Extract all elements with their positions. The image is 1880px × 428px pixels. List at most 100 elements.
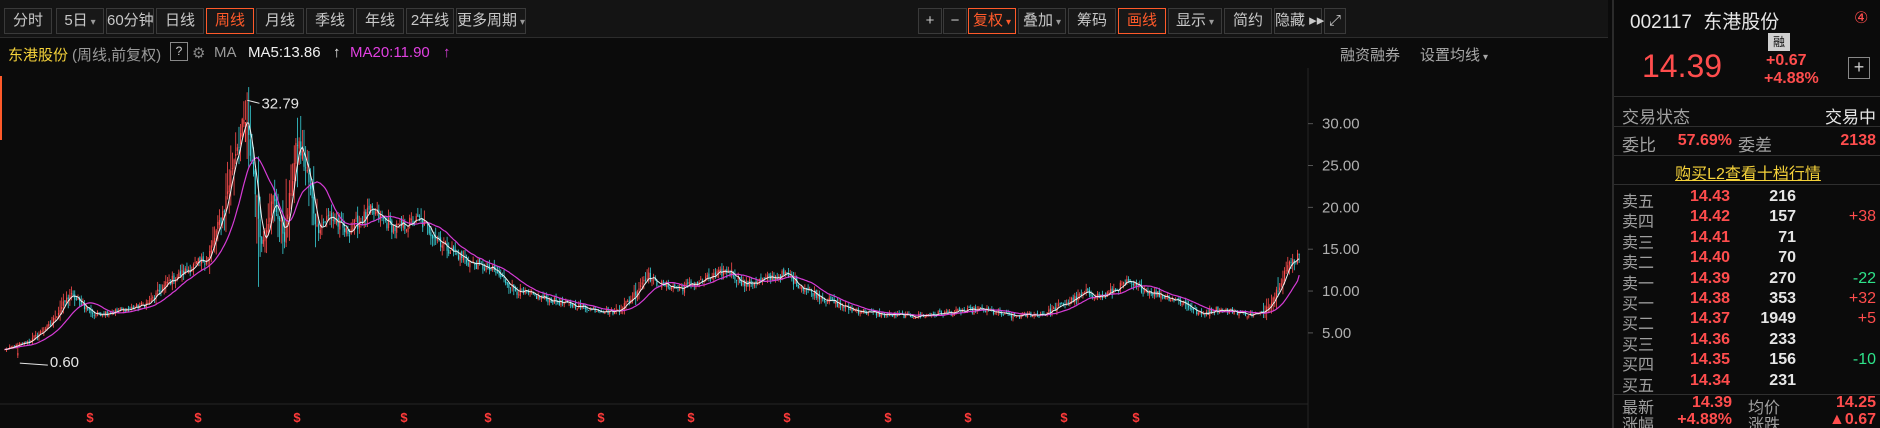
candle-down — [275, 188, 277, 217]
overlay-button[interactable]: 叠加 ▾ — [1018, 8, 1066, 34]
candle-up — [150, 292, 152, 303]
candle-down — [274, 179, 276, 222]
dividend-marker-icon: $ — [1132, 410, 1140, 425]
candle-down — [1136, 279, 1138, 290]
candle-up — [332, 211, 334, 229]
period-button-2[interactable]: 60分钟 — [106, 8, 154, 34]
candle-down — [1293, 259, 1295, 271]
candle-up — [945, 308, 947, 314]
zoom-in-button[interactable]: + — [918, 8, 942, 34]
min-pointer — [19, 362, 48, 366]
candle-up — [485, 262, 487, 273]
candle-down — [729, 269, 731, 278]
ma-settings-link[interactable]: 设置均线 ▾ — [1420, 44, 1488, 65]
candle-down — [812, 292, 814, 300]
candle-up — [225, 173, 227, 233]
trade-status-value: 交易中 — [1825, 108, 1876, 127]
candle-up — [1270, 294, 1273, 314]
divider — [1614, 126, 1880, 127]
candle-down — [361, 216, 364, 226]
chg-label: 涨跌 — [1748, 417, 1781, 428]
kline-chart[interactable]: 30.00 25.00 20.00 15.00 10.00 5.00 32.79 0.60 $ $… — [0, 68, 1608, 428]
candle-down — [509, 287, 512, 294]
period-button-0[interactable]: 分时 — [4, 8, 52, 34]
candle-down — [792, 271, 795, 290]
orderbook-price: 14.35 — [1689, 351, 1730, 369]
fullscreen-button[interactable]: ⤢ — [1324, 8, 1346, 34]
candle-up — [685, 279, 687, 287]
candle-down — [843, 305, 845, 312]
hide-button[interactable]: 隐藏 ▸▸ — [1274, 8, 1324, 34]
tool-button-label: − — [950, 12, 960, 29]
candle-up — [366, 198, 369, 227]
candle-up — [683, 281, 686, 297]
orderbook-price: 14.42 — [1689, 208, 1730, 226]
candle-down — [958, 306, 960, 311]
buy-l2-link[interactable]: 购买L2查看十档行情 — [1614, 160, 1880, 184]
adjust-button[interactable]: 复权 ▾ — [968, 8, 1016, 34]
candle-up — [651, 279, 653, 287]
help-icon[interactable]: ? — [170, 42, 188, 61]
period-button-3[interactable]: 日线 — [156, 8, 204, 34]
draw-line-button[interactable]: 画线 — [1118, 8, 1166, 34]
candle-up — [163, 281, 165, 295]
candle-down — [127, 305, 129, 313]
gear-icon[interactable]: ⚙ — [192, 44, 205, 62]
period-button-7[interactable]: 年线 — [356, 8, 404, 34]
candle-up — [407, 226, 409, 238]
period-button-9[interactable]: 更多周期 ▾ — [456, 8, 526, 34]
price-change-pct: +4.88% — [1764, 70, 1819, 87]
dividend-marker-icon: $ — [964, 410, 972, 425]
orderbook-volume: 233 — [1769, 330, 1796, 348]
period-toolbar: 分时 5日 ▾ 60分钟 日线 周线 月线 季线 年线 2年线 更多周期 ▾ + − 复权 ▾ 叠加 ▾ 筹码 画线显… — [0, 0, 1608, 38]
candle-down — [279, 215, 281, 243]
orderbook-volume: 353 — [1769, 290, 1796, 307]
chevron-down-icon: ▾ — [520, 17, 526, 28]
candle-down — [618, 305, 621, 316]
candle-down — [1075, 291, 1077, 305]
candle-down — [939, 308, 941, 313]
candle-down — [815, 289, 817, 301]
add-watchlist-button[interactable]: + — [1848, 57, 1870, 79]
display-button[interactable]: 显示 ▾ — [1168, 8, 1222, 34]
candle-up — [241, 117, 243, 138]
candle-up — [844, 301, 847, 312]
y-tick-label: 20.00 — [1322, 199, 1360, 216]
candle-up — [753, 281, 756, 289]
candle-up — [578, 301, 580, 309]
period-button-4[interactable]: 周线 — [206, 8, 254, 34]
period-button-1[interactable]: 5日 ▾ — [56, 8, 104, 34]
period-button-6[interactable]: 季线 — [306, 8, 354, 34]
chevron-down-icon: ▾ — [90, 17, 96, 28]
candle-down — [840, 299, 842, 311]
candle-up — [758, 278, 760, 285]
candle-up — [152, 295, 154, 300]
candle-up — [287, 208, 289, 238]
candle-down — [300, 115, 302, 165]
candle-up — [301, 129, 303, 161]
candle-up — [290, 164, 292, 210]
candle-up — [1100, 294, 1102, 300]
period-button-8[interactable]: 2年线 — [406, 8, 454, 34]
candle-up — [648, 267, 650, 284]
candle-down — [522, 287, 525, 295]
zoom-out-button[interactable]: − — [943, 8, 967, 34]
orderbook-volume-change: +32 — [1848, 290, 1876, 307]
orderbook-volume-change: +5 — [1857, 310, 1876, 328]
kline-chart-svg[interactable]: 30.00 25.00 20.00 15.00 10.00 5.00 32.79 0.60 $ $… — [0, 68, 1608, 428]
simple-button[interactable]: 简约 — [1224, 8, 1272, 34]
candle-down — [28, 338, 30, 345]
candle-down — [456, 249, 458, 256]
period-button-label: 更多周期 — [457, 12, 518, 29]
chart-left-accent — [0, 76, 2, 140]
orderbook-volume: 157 — [1769, 208, 1796, 226]
max-price-label: 32.79 — [261, 95, 299, 112]
y-tick-label: 5.00 — [1322, 325, 1351, 342]
period-button-5[interactable]: 月线 — [256, 8, 304, 34]
candle-up — [298, 137, 300, 165]
margin-trading-link[interactable]: 融资融券 — [1340, 44, 1400, 65]
candle-down — [391, 218, 393, 240]
candle-down — [1038, 315, 1040, 318]
chips-button[interactable]: 筹码 — [1068, 8, 1116, 34]
candle-up — [256, 194, 258, 244]
